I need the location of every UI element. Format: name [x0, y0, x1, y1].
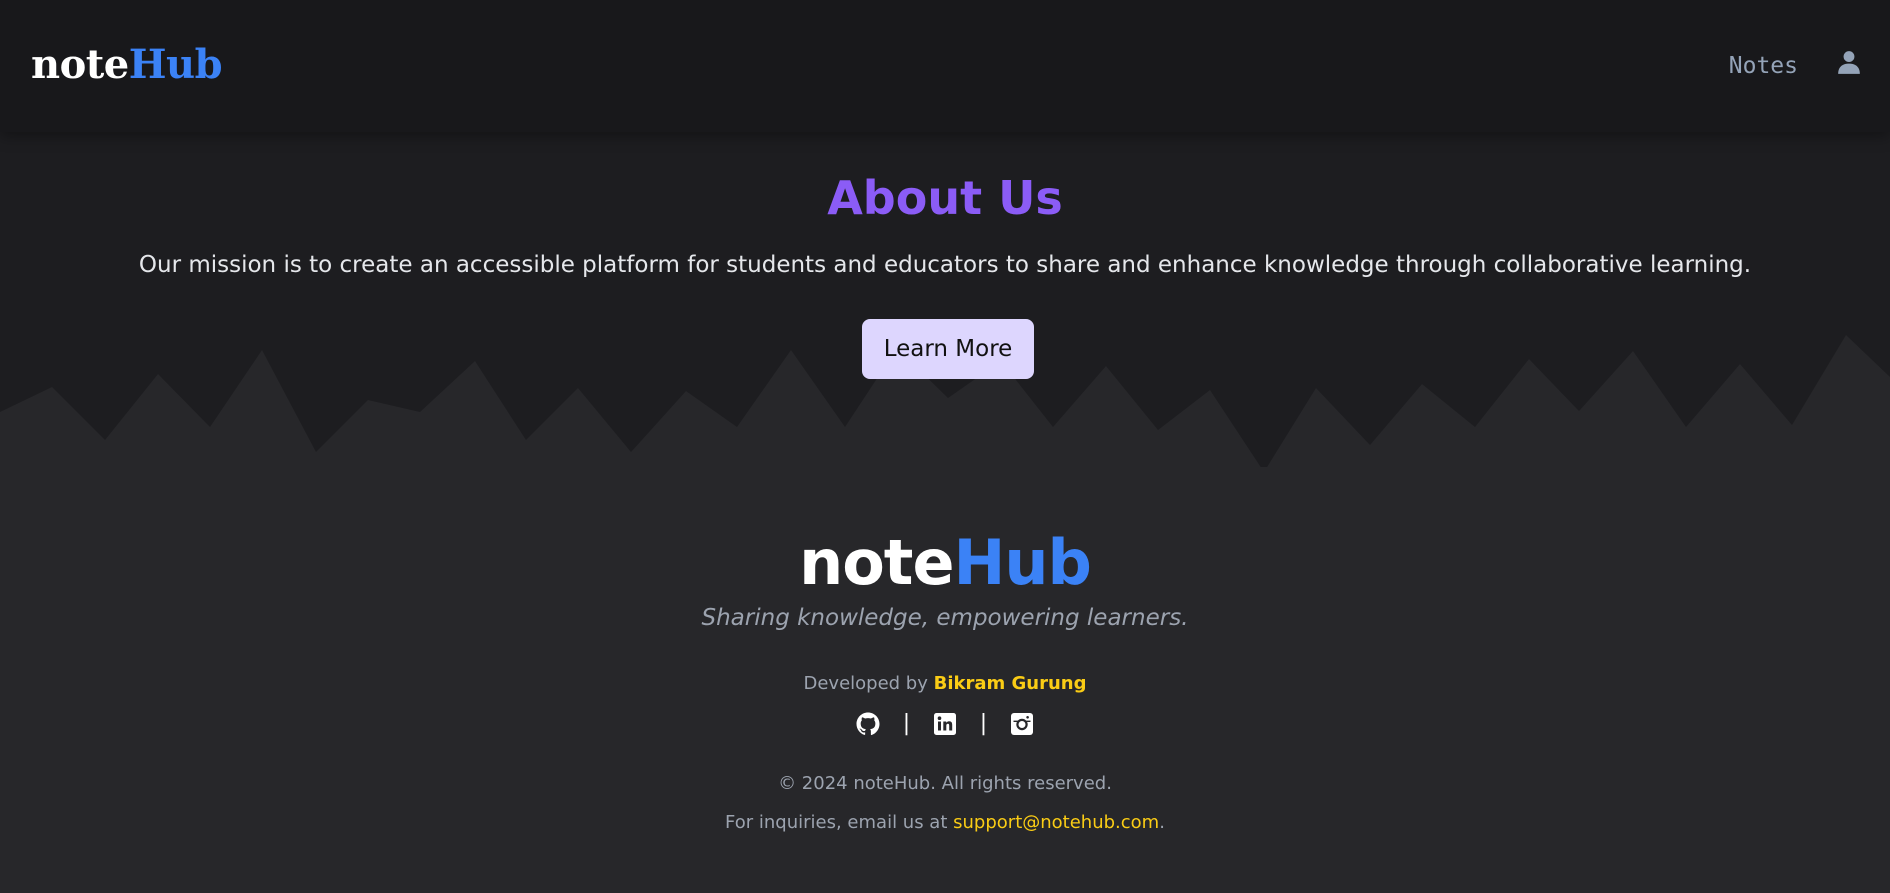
developer-name-link[interactable]: Bikram Gurung: [934, 673, 1087, 694]
developed-by-label: Developed by: [803, 673, 928, 694]
footer-logo-text-hub: Hub: [953, 526, 1092, 599]
inquiry-line: For inquiries, email us at support@noteh…: [0, 810, 1890, 836]
site-logo[interactable]: noteHub: [31, 40, 223, 90]
footer-logo-text-note: note: [799, 526, 954, 599]
social-separator: |: [902, 711, 911, 736]
nav-menu: Notes: [1729, 46, 1862, 86]
user-icon[interactable]: [1836, 49, 1862, 75]
developer-credit: Developed by Bikram Gurung: [0, 671, 1890, 697]
social-links: | |: [0, 711, 1890, 737]
footer-logo: noteHub: [0, 525, 1890, 601]
site-footer: noteHub Sharing knowledge, empowering le…: [0, 467, 1890, 893]
copyright-notice: © 2024 noteHub. All rights reserved.: [778, 773, 1112, 794]
github-icon[interactable]: [856, 712, 880, 736]
page-title: About Us: [827, 171, 1063, 225]
social-separator: |: [979, 711, 988, 736]
about-hero-section: About Us Our mission is to create an acc…: [0, 132, 1890, 467]
logo-text-note: note: [31, 41, 129, 88]
inquiry-period: .: [1159, 812, 1165, 833]
top-navbar: noteHub Notes: [0, 0, 1890, 132]
linkedin-icon[interactable]: [933, 712, 957, 736]
instagram-icon[interactable]: [1010, 712, 1034, 736]
logo-text-hub: Hub: [128, 41, 223, 88]
support-email-link[interactable]: support@notehub.com: [953, 812, 1159, 833]
inquiry-text: For inquiries, email us at: [725, 812, 948, 833]
footer-tagline: Sharing knowledge, empowering learners.: [701, 605, 1189, 631]
learn-more-button[interactable]: Learn More: [862, 319, 1034, 379]
nav-link-notes[interactable]: Notes: [1729, 53, 1798, 79]
mission-statement: Our mission is to create an accessible p…: [138, 252, 1752, 278]
